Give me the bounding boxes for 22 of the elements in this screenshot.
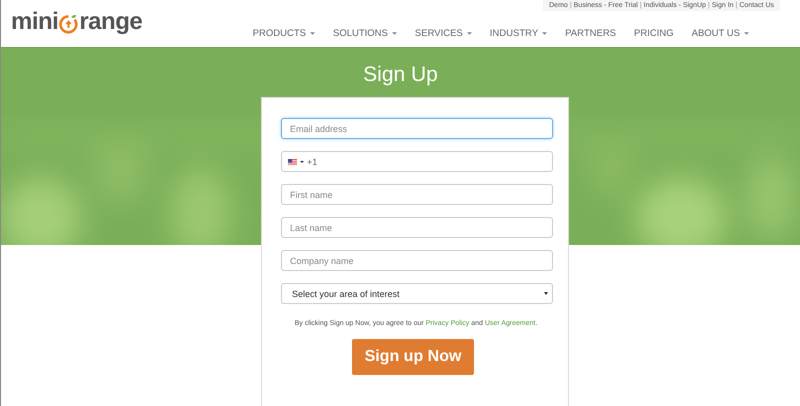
- nav-item[interactable]: PRICING: [625, 28, 683, 39]
- logo-icon: [58, 12, 80, 34]
- nav-item[interactable]: SERVICES: [406, 28, 481, 39]
- input-field[interactable]: Email address: [281, 118, 553, 139]
- flag-icon: [288, 158, 297, 164]
- input-field[interactable]: Company name: [281, 250, 553, 271]
- logo-text: mini: [11, 8, 58, 36]
- interest-select[interactable]: Select your area of interest: [281, 283, 553, 304]
- phone-field[interactable]: +1: [281, 151, 553, 172]
- nav-item[interactable]: PRODUCTS: [244, 28, 324, 39]
- logo-text: range: [79, 8, 142, 36]
- sign-up-button[interactable]: Sign up Now: [352, 339, 474, 375]
- caret-icon: [300, 160, 304, 162]
- logo[interactable]: mini range: [1, 0, 142, 38]
- page-title: Sign Up: [362, 62, 439, 88]
- input-field[interactable]: First name: [281, 184, 553, 205]
- nav-item[interactable]: SOLUTIONS: [324, 28, 406, 39]
- input-field[interactable]: Last name: [281, 217, 553, 238]
- nav-item[interactable]: PARTNERS: [556, 28, 626, 39]
- caret-icon: [544, 292, 548, 295]
- nav-item[interactable]: INDUSTRY: [480, 28, 556, 39]
- nav-item[interactable]: ABOUT US: [682, 28, 758, 39]
